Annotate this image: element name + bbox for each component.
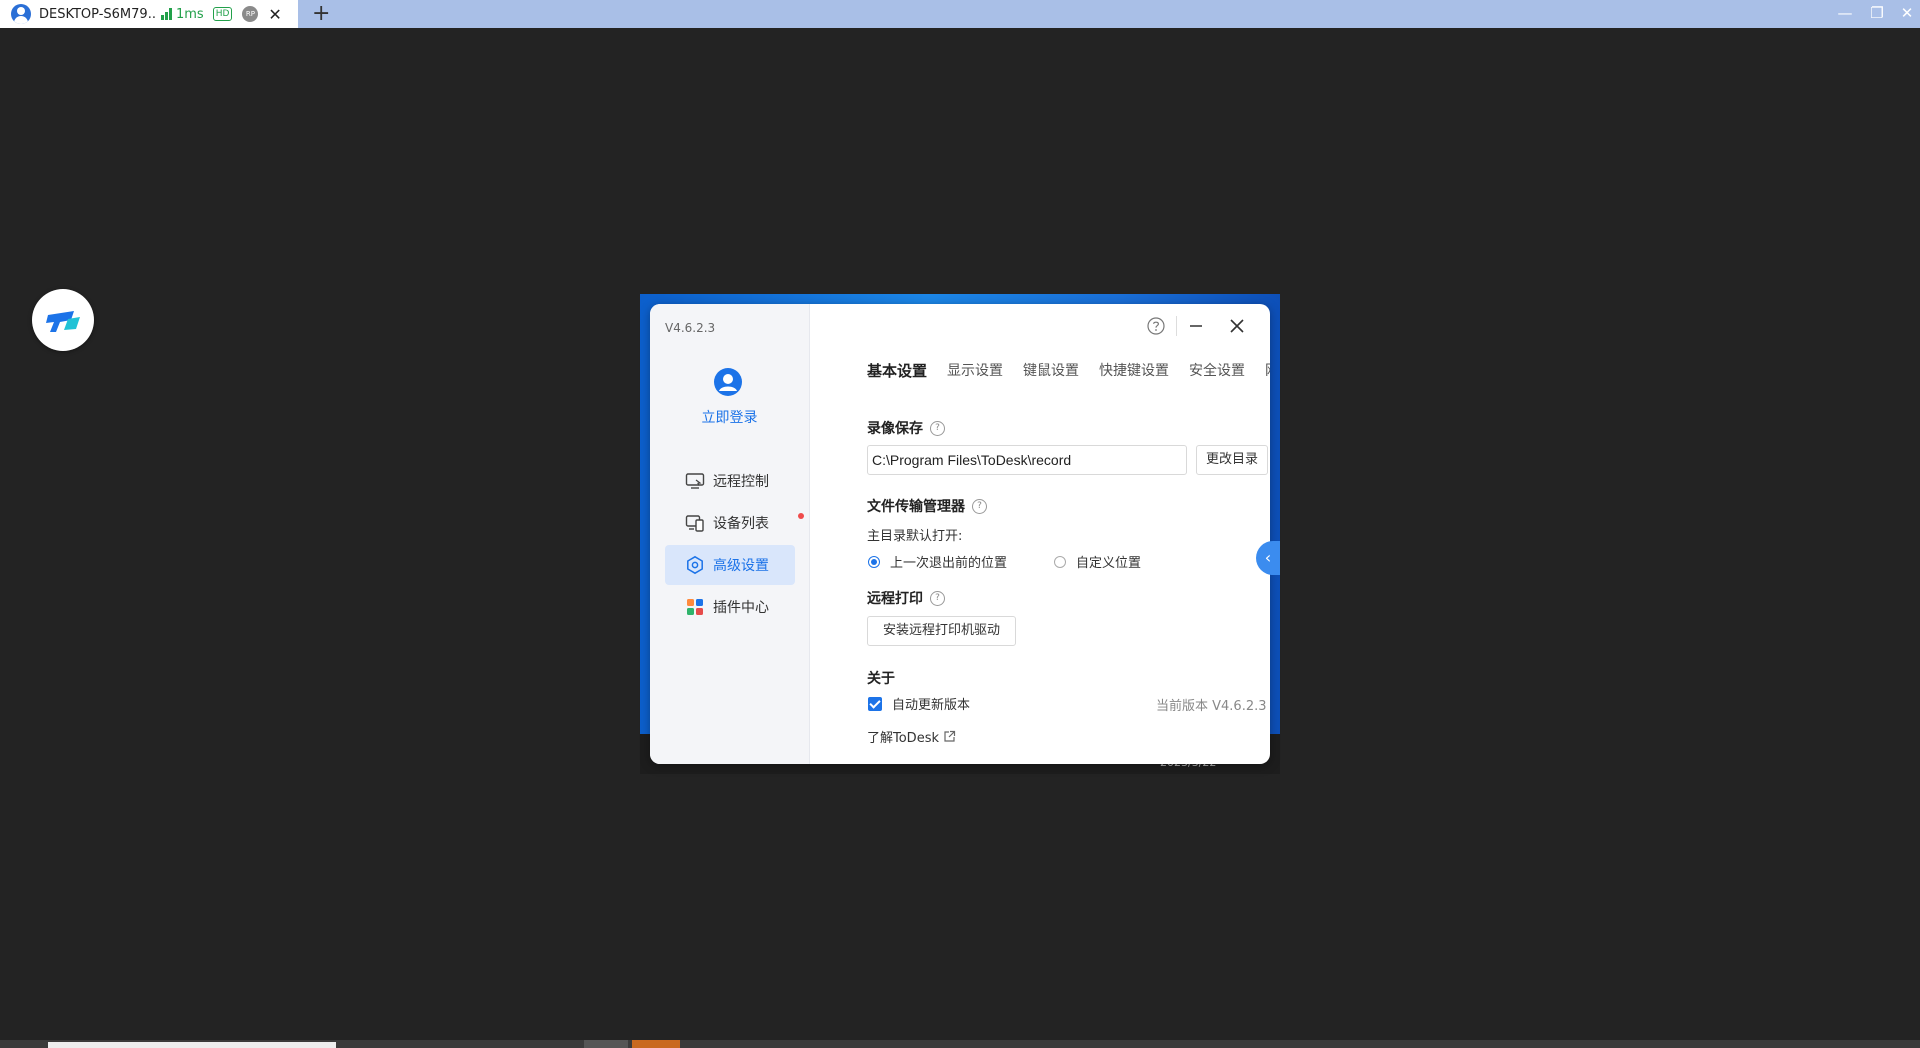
rp-badge[interactable]: RP bbox=[242, 6, 259, 22]
checkbox-label: 自动更新版本 bbox=[892, 698, 971, 713]
header-divider bbox=[1176, 316, 1177, 336]
help-icon[interactable]: ? bbox=[930, 420, 945, 436]
help-icon[interactable]: ? bbox=[972, 498, 987, 514]
nav-device-list[interactable]: 设备列表 bbox=[665, 503, 804, 543]
client-tab-bar: DESKTOP-S6M79... 1ms HD RP ✕ + — ❐ ✕ bbox=[0, 0, 1920, 28]
settings-content: 基本设置 显示设置 键鼠设置 快捷键设置 安全设置 网 录像保存 ? C:\Pr… bbox=[810, 304, 1270, 764]
radio-last-position[interactable]: 上一次退出前的位置 bbox=[868, 552, 1007, 571]
external-link-icon bbox=[944, 730, 956, 742]
radio-label: 自定义位置 bbox=[1076, 556, 1142, 571]
nav-advanced-settings[interactable]: 高级设置 bbox=[665, 545, 795, 585]
record-section-title: 录像保存 ? bbox=[867, 418, 945, 438]
login-link[interactable]: 立即登录 bbox=[650, 407, 809, 427]
help-icon[interactable]: ? bbox=[930, 590, 945, 606]
change-directory-button[interactable]: 更改目录 bbox=[1196, 445, 1269, 475]
settings-icon bbox=[687, 555, 703, 575]
nav-plugin-center[interactable]: 插件中心 bbox=[665, 587, 795, 627]
tab-basic-settings[interactable]: 基本设置 bbox=[867, 360, 927, 381]
device-list-icon bbox=[685, 515, 704, 532]
host-taskbar bbox=[0, 1040, 1920, 1048]
about-section-title: 关于 bbox=[867, 671, 895, 687]
restore-window-button[interactable]: ❐ bbox=[1866, 4, 1888, 22]
tab-security-settings[interactable]: 安全设置 bbox=[1189, 360, 1245, 381]
nav-label: 设备列表 bbox=[713, 516, 769, 532]
new-tab-button[interactable]: + bbox=[312, 2, 330, 26]
tab-keyboard-mouse-settings[interactable]: 键鼠设置 bbox=[1023, 360, 1079, 381]
taskbar-item[interactable] bbox=[584, 1040, 628, 1048]
default-directory-label: 主目录默认打开: bbox=[867, 529, 963, 544]
minimize-icon[interactable] bbox=[1187, 317, 1205, 335]
close-tab-icon[interactable]: ✕ bbox=[268, 5, 281, 24]
user-avatar-icon bbox=[11, 4, 31, 24]
signal-strength-icon bbox=[161, 8, 172, 20]
taskbar-thumbnail[interactable] bbox=[48, 1042, 336, 1048]
close-icon[interactable] bbox=[1228, 317, 1246, 335]
hd-badge[interactable]: HD bbox=[212, 7, 233, 21]
tab-display-settings[interactable]: 显示设置 bbox=[947, 360, 1003, 381]
taskbar-item[interactable] bbox=[632, 1040, 680, 1048]
nav-label: 高级设置 bbox=[713, 558, 769, 574]
close-window-button[interactable]: ✕ bbox=[1896, 4, 1918, 22]
user-icon[interactable] bbox=[714, 368, 742, 396]
minimize-window-button[interactable]: — bbox=[1834, 4, 1856, 22]
tab-shortcut-settings[interactable]: 快捷键设置 bbox=[1099, 360, 1169, 381]
todesk-float-button[interactable] bbox=[32, 289, 94, 351]
radio-unchecked[interactable] bbox=[1054, 555, 1066, 568]
plugin-icon bbox=[687, 599, 703, 615]
sidebar: V4.6.2.3 立即登录 远程控制 设备列表 高级设置 插件中心 bbox=[650, 304, 810, 764]
session-tab-title: DESKTOP-S6M79... bbox=[39, 6, 155, 22]
radio-custom-position[interactable]: 自定义位置 bbox=[1054, 552, 1141, 571]
record-path-input[interactable]: C:\Program Files\ToDesk\record bbox=[867, 445, 1187, 475]
latency-label: 1ms bbox=[176, 6, 204, 22]
nav-label: 远程控制 bbox=[713, 474, 769, 490]
tab-network-settings[interactable]: 网 bbox=[1265, 360, 1270, 381]
remote-print-section-title: 远程打印 ? bbox=[867, 588, 945, 608]
notification-dot bbox=[798, 513, 804, 519]
learn-todesk-link[interactable]: 了解ToDesk bbox=[867, 727, 956, 746]
app-version: V4.6.2.3 bbox=[665, 321, 716, 335]
radio-checked[interactable] bbox=[868, 555, 880, 568]
checkbox-checked[interactable] bbox=[868, 696, 882, 711]
install-printer-driver-button[interactable]: 安装远程打印机驱动 bbox=[867, 616, 1017, 646]
current-version-label: 当前版本 V4.6.2.3 bbox=[1156, 699, 1267, 714]
session-tab[interactable]: DESKTOP-S6M79... 1ms HD RP ✕ bbox=[0, 0, 298, 28]
chevron-left-icon: ‹ bbox=[1264, 548, 1272, 567]
settings-tabs: 基本设置 显示设置 键鼠设置 快捷键设置 安全设置 网 bbox=[867, 360, 1270, 381]
nav-remote-control[interactable]: 远程控制 bbox=[665, 461, 795, 501]
file-transfer-title-text: 文件传输管理器 bbox=[867, 499, 965, 515]
radio-label: 上一次退出前的位置 bbox=[890, 556, 1008, 571]
help-icon[interactable] bbox=[1147, 317, 1165, 335]
remote-control-icon bbox=[685, 473, 705, 489]
record-title-text: 录像保存 bbox=[867, 421, 923, 437]
todesk-window: V4.6.2.3 立即登录 远程控制 设备列表 高级设置 插件中心 基本设置 显… bbox=[650, 304, 1270, 764]
todesk-logo-icon bbox=[46, 311, 80, 332]
nav-label: 插件中心 bbox=[713, 600, 769, 616]
auto-update-checkbox[interactable]: 自动更新版本 bbox=[868, 694, 970, 713]
file-transfer-section-title: 文件传输管理器 ? bbox=[867, 496, 987, 516]
remote-print-title-text: 远程打印 bbox=[867, 591, 923, 607]
learn-todesk-text: 了解ToDesk bbox=[867, 731, 939, 746]
